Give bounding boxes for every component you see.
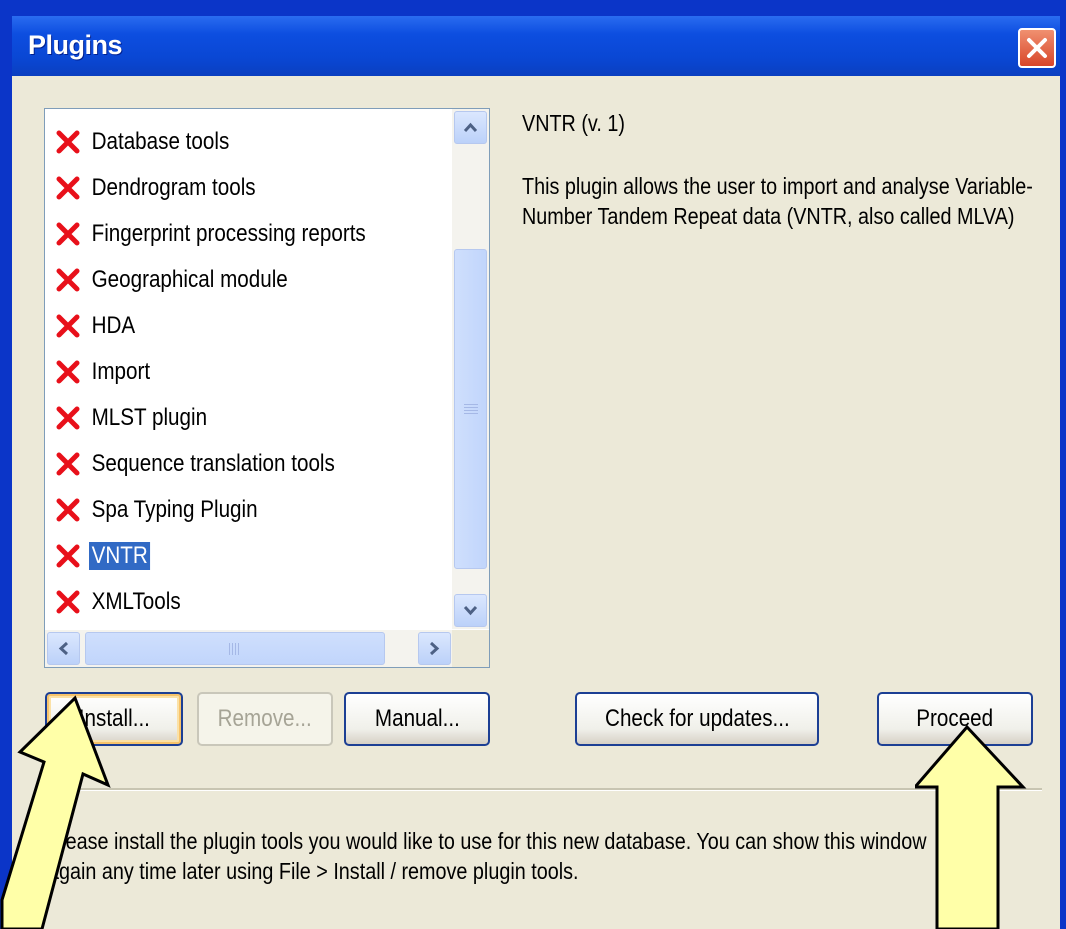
arrow-pointing-proceed-icon (915, 725, 1027, 929)
footer-instructions: Please install the plugin tools you woul… (48, 828, 927, 884)
manual-button[interactable]: Manual... (344, 692, 490, 746)
horizontal-scrollbar[interactable] (45, 630, 453, 667)
scroll-right-button[interactable] (418, 632, 451, 665)
close-icon (1027, 38, 1047, 58)
plugin-list-item-label: MLST plugin (91, 404, 208, 431)
red-x-icon (56, 544, 80, 568)
plugin-list-item-label: XMLTools (91, 588, 181, 615)
red-x-icon (56, 498, 80, 522)
plugin-list-item-label: Dendrogram tools (91, 174, 256, 201)
scroll-down-button[interactable] (454, 594, 487, 627)
plugin-list-item[interactable]: VNTR (45, 533, 450, 579)
window-title: Plugins (28, 30, 123, 60)
plugin-list-item-label: Import (91, 358, 151, 385)
plugin-list-item-label: Geographical module (91, 266, 288, 293)
vertical-scrollbar[interactable] (452, 109, 489, 629)
scroll-up-button[interactable] (454, 111, 487, 144)
vertical-scroll-thumb[interactable] (454, 249, 487, 569)
plugin-list-item-label: Spa Typing Plugin (91, 496, 258, 523)
chevron-down-icon (463, 605, 478, 616)
remove-button-label: Remove... (217, 705, 313, 732)
plugin-list-item-label: HDA (91, 312, 136, 339)
red-x-icon (56, 360, 80, 384)
red-x-icon (56, 222, 80, 246)
plugin-list-item[interactable]: HDA (45, 303, 450, 349)
grip-icon (229, 643, 241, 655)
check-for-updates-button[interactable]: Check for updates... (575, 692, 819, 746)
dialog-body: Database tools Dendrogram tools Fingerprin… (12, 76, 1060, 929)
plugin-listbox[interactable]: Database tools Dendrogram tools Fingerprin… (44, 108, 490, 668)
close-button[interactable] (1018, 28, 1056, 68)
scroll-left-button[interactable] (47, 632, 80, 665)
plugin-list: Database tools Dendrogram tools Fingerprin… (45, 119, 450, 625)
chevron-right-icon (429, 641, 440, 656)
plugin-list-item[interactable]: Database tools (45, 119, 450, 165)
red-x-icon (56, 314, 80, 338)
red-x-icon (56, 406, 80, 430)
plugin-list-item[interactable]: Geographical module (45, 257, 450, 303)
scrollbar-corner (452, 630, 489, 667)
separator (72, 788, 1042, 791)
horizontal-scroll-thumb[interactable] (85, 632, 385, 665)
plugin-list-item[interactable]: XMLTools (45, 579, 450, 625)
check-updates-label: Check for updates... (604, 705, 790, 732)
remove-button[interactable]: Remove... (197, 692, 333, 746)
red-x-icon (56, 268, 80, 292)
red-x-icon (56, 452, 80, 476)
title-bar: Plugins (12, 16, 1060, 76)
grip-icon (464, 404, 478, 414)
presentation-background: Plugins Database tools Dendrogram tools Fi… (0, 0, 1066, 929)
plugin-list-item[interactable]: Dendrogram tools (45, 165, 450, 211)
red-x-icon (56, 130, 80, 154)
plugin-description: This plugin allows the user to import an… (522, 173, 1033, 229)
arrow-pointing-install-icon (0, 695, 111, 929)
plugin-list-item[interactable]: Sequence translation tools (45, 441, 450, 487)
plugin-list-item-label: Database tools (91, 128, 230, 155)
plugin-list-item-label: Sequence translation tools (91, 450, 335, 477)
chevron-left-icon (58, 641, 69, 656)
chevron-up-icon (463, 122, 478, 133)
plugin-list-item[interactable]: MLST plugin (45, 395, 450, 441)
red-x-icon (56, 590, 80, 614)
manual-button-label: Manual... (374, 705, 460, 732)
plugin-list-item[interactable]: Spa Typing Plugin (45, 487, 450, 533)
plugin-title: VNTR (v. 1) (522, 110, 625, 136)
plugin-list-item[interactable]: Import (45, 349, 450, 395)
plugin-list-item-label: VNTR (89, 542, 151, 570)
plugin-list-item-label: Fingerprint processing reports (91, 220, 366, 247)
red-x-icon (56, 176, 80, 200)
plugin-list-item[interactable]: Fingerprint processing reports (45, 211, 450, 257)
